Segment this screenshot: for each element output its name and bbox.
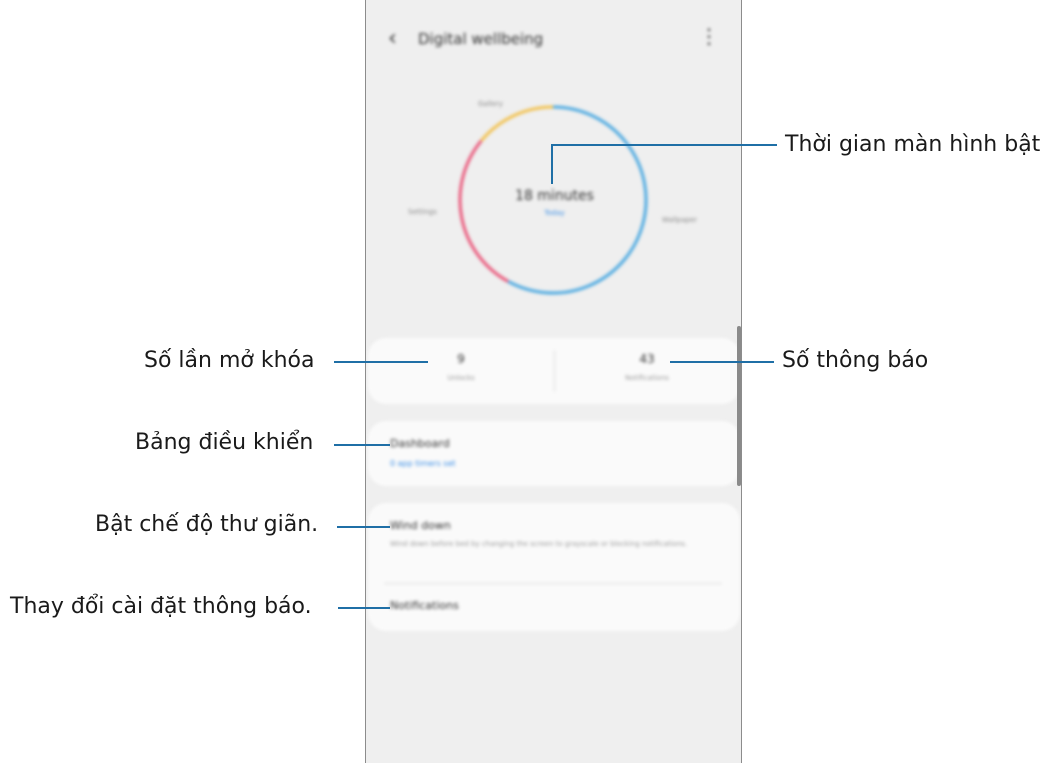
dashboard-subtitle: 0 app timers set [390, 459, 456, 468]
callout-line-unlocks [334, 361, 428, 363]
screen-time-chart[interactable]: Gallery Settings Wallpaper 18 minutes To… [366, 80, 741, 320]
phone-screen: ‹ Digital wellbeing ⋮ Gallery Settings W… [365, 0, 742, 763]
notifications-label: Notifications [625, 374, 669, 382]
notifications-title: Notifications [390, 599, 459, 612]
callout-notifications: Số thông báo [782, 348, 929, 373]
chart-label-wallpaper: Wallpaper [662, 216, 698, 224]
scrollbar[interactable] [737, 326, 741, 486]
callout-line-notifications [670, 361, 774, 363]
app-bar: ‹ Digital wellbeing ⋮ [366, 18, 741, 62]
notifications-stat[interactable]: 43 Notifications [554, 338, 740, 404]
callout-line-change-notifications [338, 607, 390, 609]
callout-screen-time: Thời gian màn hình bật [785, 132, 1041, 157]
unlocks-stat[interactable]: 9 Unlocks [368, 338, 554, 404]
callout-change-notifications: Thay đổi cài đặt thông báo. [10, 594, 312, 619]
notifications-item[interactable]: Notifications [368, 585, 740, 631]
callout-line-screen-time-drop [551, 144, 553, 184]
unlocks-count: 9 [457, 352, 465, 366]
dashboard-title: Dashboard [390, 437, 450, 450]
chart-label-gallery: Gallery [478, 100, 503, 108]
callout-line-screen-time [551, 144, 777, 146]
settings-card: Wind down Wind down before bed by changi… [368, 503, 740, 631]
chevron-left-icon[interactable]: ‹ [388, 28, 397, 50]
more-vertical-icon[interactable]: ⋮ [699, 26, 719, 46]
app-title: Digital wellbeing [418, 30, 544, 48]
donut-segment-gallery [480, 105, 554, 142]
callout-dashboard: Bảng điều khiển [135, 430, 314, 455]
screen-time-period[interactable]: Today [366, 209, 741, 217]
divider [384, 583, 722, 584]
notifications-count: 43 [639, 352, 655, 366]
callout-line-wind-down [337, 526, 390, 528]
callout-unlocks: Số lần mở khóa [144, 348, 315, 373]
dashboard-item[interactable]: Dashboard 0 app timers set [368, 421, 740, 486]
wind-down-title: Wind down [390, 519, 451, 532]
stats-card: 9 Unlocks 43 Notifications [368, 338, 740, 404]
callout-wind-down: Bật chế độ thư giãn. [95, 512, 319, 537]
wind-down-description: Wind down before bed by changing the scr… [390, 540, 688, 548]
wind-down-item[interactable]: Wind down Wind down before bed by changi… [368, 503, 740, 583]
unlocks-label: Unlocks [447, 374, 475, 382]
screen-time-value: 18 minutes [515, 188, 594, 204]
callout-line-dashboard [334, 444, 390, 446]
